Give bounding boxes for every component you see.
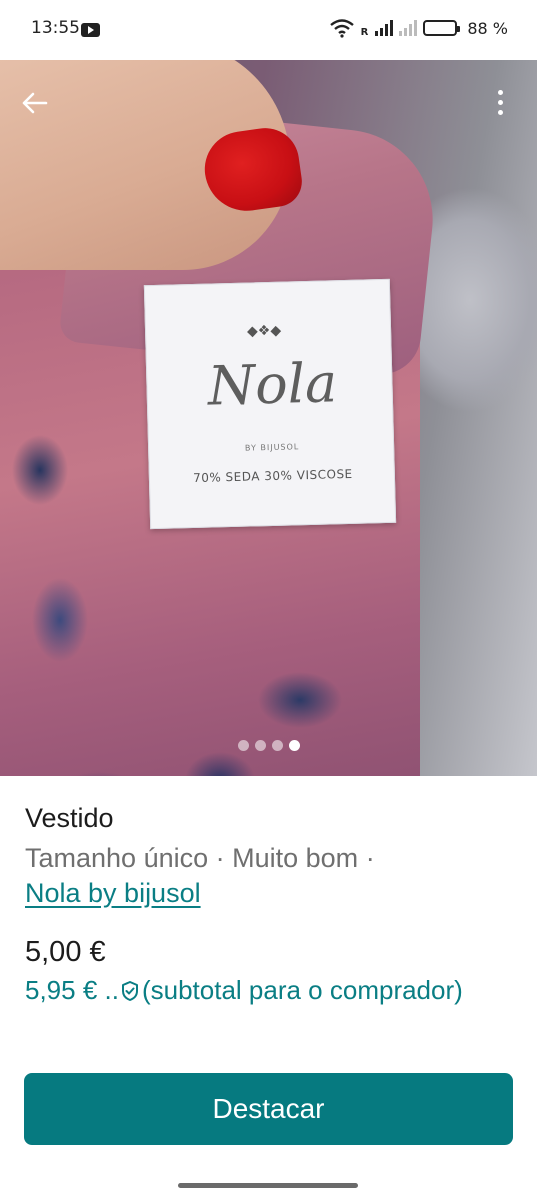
label-brand: Nola (207, 351, 338, 418)
back-arrow-icon (22, 92, 48, 114)
status-time: 13:55 (31, 18, 80, 38)
youtube-icon (81, 23, 100, 37)
roaming-indicator: R (360, 27, 369, 38)
carousel-indicator (0, 740, 537, 751)
status-icons: R 88 % (329, 18, 508, 38)
ornament-icon: ◆❖◆ (246, 322, 282, 340)
label-composition: 70% SEDA 30% VISCOSE (192, 466, 353, 486)
home-indicator[interactable] (178, 1183, 358, 1188)
carousel-dot (288, 740, 300, 751)
signal-2-icon (399, 20, 418, 36)
brand-link[interactable]: Nola by bijusol (25, 878, 201, 908)
back-button[interactable] (18, 86, 52, 120)
clothing-label: ◆❖◆ Nola BY BIJUSOL 70% SEDA 30% VISCOSE (143, 278, 397, 530)
meta-separator-2: · (358, 843, 375, 873)
item-title: Vestido (25, 803, 114, 833)
status-bar: 13:55 R 88 % (0, 0, 537, 60)
promote-button[interactable]: Destacar (24, 1073, 513, 1145)
item-condition: Muito bom (232, 843, 359, 873)
wifi-icon (329, 19, 354, 38)
signal-icon (375, 20, 394, 36)
more-options-button[interactable] (488, 84, 512, 120)
carousel-dot (271, 740, 283, 751)
battery-icon (423, 20, 461, 36)
label-sub: BY BIJUSOL (244, 442, 300, 453)
total-price-row[interactable]: 5,95 € .. (subtotal para o comprador) (25, 975, 463, 1006)
carousel-dot (254, 740, 266, 751)
total-price-note: (subtotal para o comprador) (141, 975, 463, 1005)
total-price: 5,95 € .. (25, 975, 119, 1005)
item-meta: Tamanho único · Muito bom · Nola by biju… (25, 841, 505, 911)
item-photo[interactable]: ◆❖◆ Nola BY BIJUSOL 70% SEDA 30% VISCOSE (0, 60, 537, 776)
item-size: Tamanho único (25, 843, 209, 873)
battery-text: 88 % (467, 18, 508, 38)
carousel-dot (237, 740, 249, 751)
meta-separator: · (208, 843, 233, 873)
more-vert-icon (497, 89, 503, 95)
item-price: 5,00 € (25, 936, 106, 968)
shield-check-icon (121, 980, 138, 1001)
